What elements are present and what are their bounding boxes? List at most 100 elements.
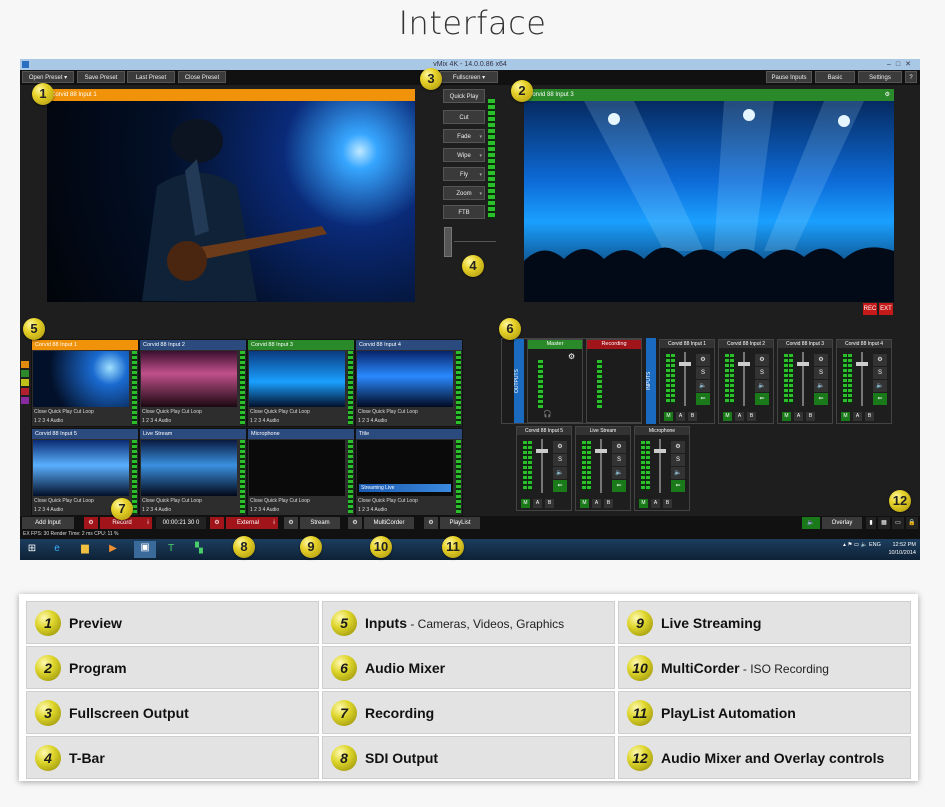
overlay-button[interactable]: Overlay: [822, 517, 862, 529]
gear-icon[interactable]: ⚙: [568, 352, 575, 361]
speaker-icon[interactable]: 🔈: [612, 467, 626, 479]
close-preset-button[interactable]: Close Preset: [178, 71, 226, 83]
chevron-down-icon[interactable]: ▾: [479, 130, 482, 144]
bus-b-button[interactable]: B: [688, 412, 697, 421]
bus-a-button[interactable]: A: [676, 412, 685, 421]
master-route-button[interactable]: M: [521, 499, 530, 508]
input-tile[interactable]: Corvid 88 Input 1 Close Quick Play Cut L…: [31, 339, 139, 427]
gear-icon[interactable]: ⚙: [696, 354, 710, 366]
fader-knob[interactable]: [654, 449, 666, 453]
input-controls[interactable]: Close Quick Play Cut Loop 1 2 3 4 Audio: [358, 497, 458, 515]
input-tile[interactable]: Corvid 88 Input 3 Close Quick Play Cut L…: [247, 339, 355, 427]
gear-icon[interactable]: ⚙: [553, 441, 567, 453]
fader-knob[interactable]: [536, 449, 548, 453]
bus-b-button[interactable]: B: [865, 412, 874, 421]
gear-icon[interactable]: ⚙: [755, 354, 769, 366]
route-button[interactable]: ⇐: [873, 393, 887, 405]
volume-fader[interactable]: [541, 439, 543, 493]
external-button[interactable]: External: [226, 517, 270, 529]
monitor-icon[interactable]: ▭: [892, 517, 904, 529]
zoom-button[interactable]: Zoom ▾: [443, 186, 485, 200]
volume-fader[interactable]: [659, 439, 661, 493]
bus-a-button[interactable]: A: [853, 412, 862, 421]
cut-button[interactable]: Cut: [443, 110, 485, 124]
solo-button[interactable]: S: [755, 367, 769, 379]
speaker-icon[interactable]: 🔈: [696, 380, 710, 392]
solo-button[interactable]: S: [814, 367, 828, 379]
save-preset-button[interactable]: Save Preset: [77, 71, 125, 83]
basic-button[interactable]: Basic: [815, 71, 855, 83]
fader-knob[interactable]: [738, 362, 750, 366]
fader-knob[interactable]: [797, 362, 809, 366]
fader-knob[interactable]: [679, 362, 691, 366]
route-button[interactable]: ⇐: [612, 480, 626, 492]
gear-icon[interactable]: ⚙: [873, 354, 887, 366]
fader-knob[interactable]: [595, 449, 607, 453]
input-controls[interactable]: Close Quick Play Cut Loop 1 2 3 4 Audio: [250, 408, 350, 426]
ext-indicator[interactable]: EXT: [879, 303, 893, 315]
speaker-icon[interactable]: 🔈: [671, 467, 685, 479]
external-info-icon[interactable]: i: [270, 517, 278, 529]
input-controls[interactable]: Close Quick Play Cut Loop 1 2 3 4 Audio: [142, 497, 242, 515]
open-preset-button[interactable]: Open Preset ▾: [22, 71, 74, 83]
speaker-icon[interactable]: 🔈: [755, 380, 769, 392]
gear-icon[interactable]: ⚙: [612, 441, 626, 453]
record-settings-gear-icon[interactable]: ⚙: [84, 517, 98, 529]
record-info-icon[interactable]: i: [144, 517, 152, 529]
rec-indicator[interactable]: REC: [863, 303, 877, 315]
input-controls[interactable]: Close Quick Play Cut Loop 1 2 3 4 Audio: [358, 408, 458, 426]
program-gear-icon[interactable]: ⚙: [885, 89, 890, 101]
stream-button[interactable]: Stream: [300, 517, 340, 529]
media-player-icon[interactable]: ▶: [106, 542, 120, 556]
speaker-icon[interactable]: 🔈: [873, 380, 887, 392]
system-tray[interactable]: ▴ ⚑ ▭ 🔈 ENG 12:52 PM 10/10/2014: [843, 541, 916, 557]
pause-inputs-button[interactable]: Pause Inputs: [766, 71, 812, 83]
fade-button[interactable]: Fade ▾: [443, 129, 485, 143]
bus-a-button[interactable]: A: [533, 499, 542, 508]
input-tile[interactable]: Corvid 88 Input 4 Close Quick Play Cut L…: [355, 339, 463, 427]
chevron-down-icon[interactable]: ▾: [479, 187, 482, 201]
chevron-down-icon[interactable]: ▾: [479, 168, 482, 182]
input-tile[interactable]: Live Stream Close Quick Play Cut Loop 1 2…: [139, 428, 247, 516]
master-route-button[interactable]: M: [639, 499, 648, 508]
input-controls[interactable]: Close Quick Play Cut Loop 1 2 3 4 Audio: [142, 408, 242, 426]
headphones-icon[interactable]: 🎧: [543, 410, 552, 418]
input-tile[interactable]: Title Streaming Live Close Quick Play Cu…: [355, 428, 463, 516]
add-input-button[interactable]: Add Input: [22, 517, 74, 529]
bus-b-button[interactable]: B: [747, 412, 756, 421]
input-controls[interactable]: Close Quick Play Cut Loop 1 2 3 4 Audio: [250, 497, 350, 515]
vmix-taskbar-icon[interactable]: ▣: [134, 541, 156, 558]
route-button[interactable]: ⇐: [814, 393, 828, 405]
volume-fader[interactable]: [600, 439, 602, 493]
help-button[interactable]: ?: [905, 71, 917, 83]
route-button[interactable]: ⇐: [755, 393, 769, 405]
solo-button[interactable]: S: [612, 454, 626, 466]
fly-button[interactable]: Fly ▾: [443, 167, 485, 181]
bus-b-button[interactable]: B: [663, 499, 672, 508]
route-button[interactable]: ⇐: [696, 393, 710, 405]
level-bars-icon[interactable]: ▮: [866, 517, 876, 529]
master-route-button[interactable]: M: [723, 412, 732, 421]
bus-a-button[interactable]: A: [651, 499, 660, 508]
solo-button[interactable]: S: [696, 367, 710, 379]
language-indicator[interactable]: ENG: [869, 542, 881, 548]
lock-icon[interactable]: 🔒: [906, 517, 918, 529]
volume-fader[interactable]: [743, 352, 745, 406]
settings-button[interactable]: Settings: [858, 71, 902, 83]
multicorder-button[interactable]: MultiCorder: [364, 517, 414, 529]
input-controls[interactable]: Close Quick Play Cut Loop 1 2 3 4 Audio: [34, 408, 134, 426]
bus-b-button[interactable]: B: [604, 499, 613, 508]
volume-fader[interactable]: [802, 352, 804, 406]
solo-button[interactable]: S: [671, 454, 685, 466]
solo-button[interactable]: S: [553, 454, 567, 466]
playlist-settings-gear-icon[interactable]: ⚙: [424, 517, 438, 529]
stream-settings-gear-icon[interactable]: ⚙: [284, 517, 298, 529]
file-explorer-icon[interactable]: ▆: [78, 542, 92, 556]
route-button[interactable]: ⇐: [553, 480, 567, 492]
bus-a-button[interactable]: A: [735, 412, 744, 421]
master-route-button[interactable]: M: [580, 499, 589, 508]
fader-knob[interactable]: [856, 362, 868, 366]
speaker-icon[interactable]: 🔈: [553, 467, 567, 479]
window-controls[interactable]: –□✕: [887, 59, 916, 70]
external-settings-gear-icon[interactable]: ⚙: [210, 517, 224, 529]
